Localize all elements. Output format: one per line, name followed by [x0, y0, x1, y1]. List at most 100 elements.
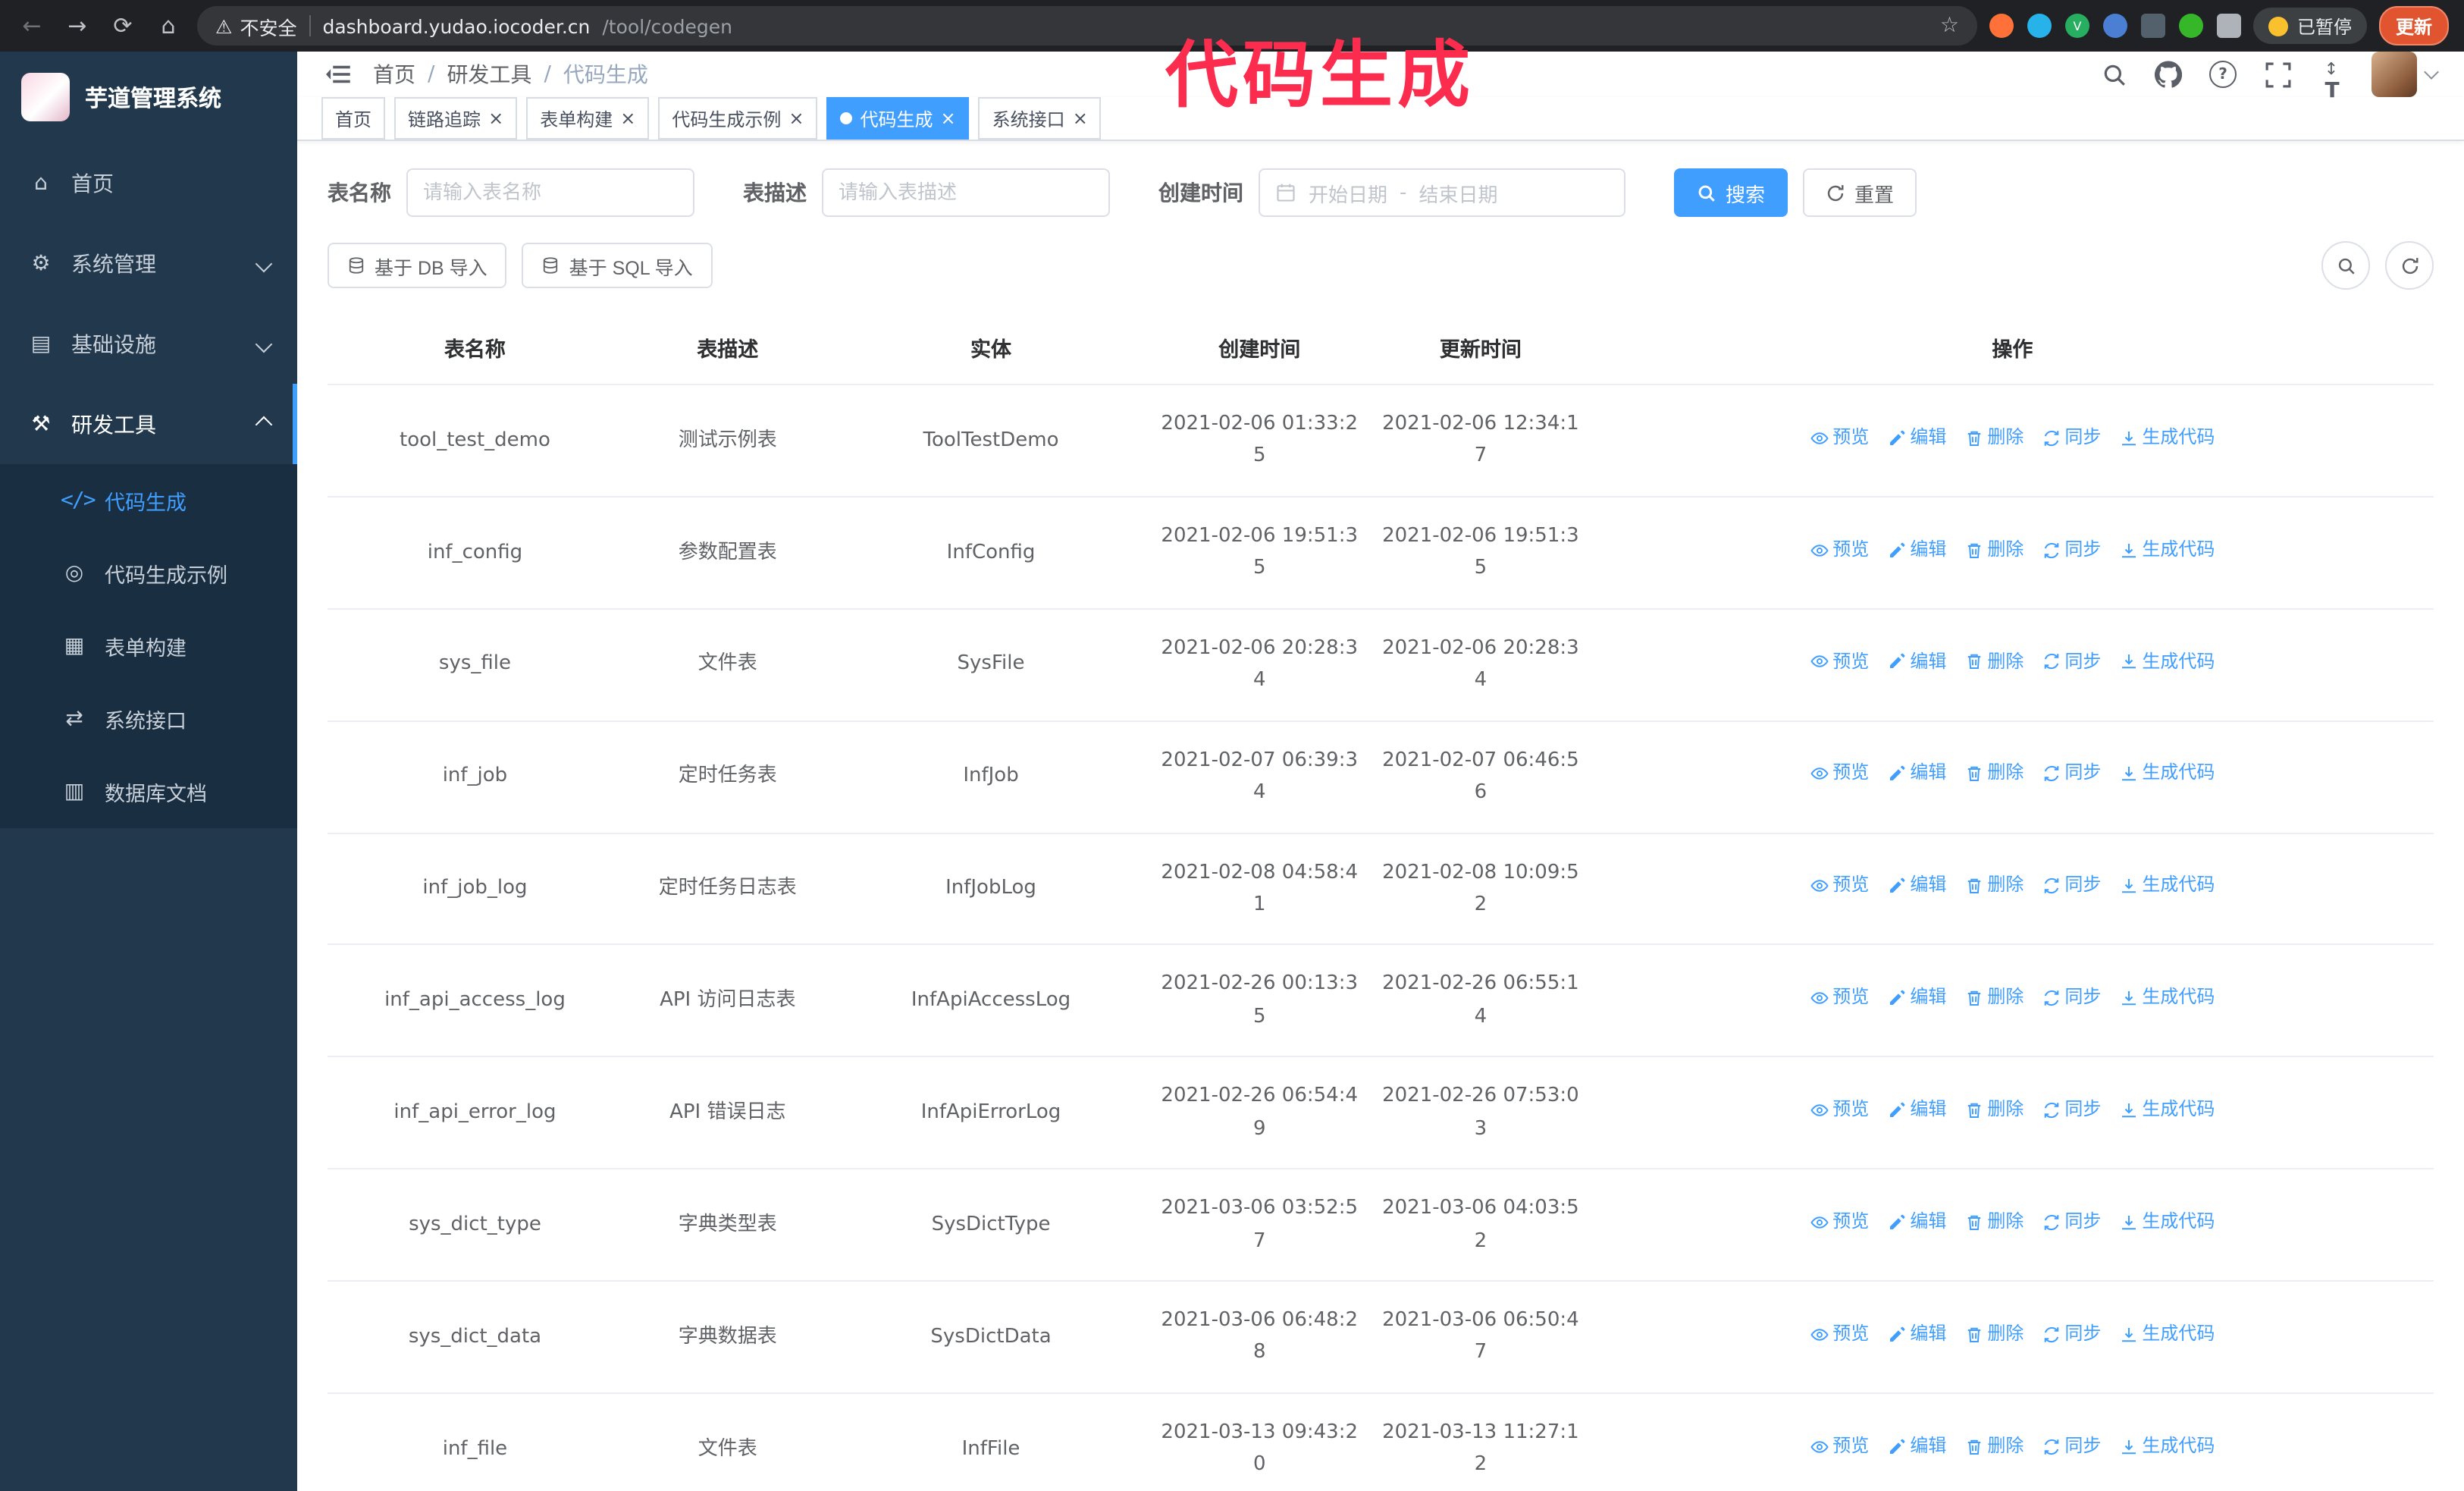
preview-link[interactable]: 预览: [1810, 1431, 1869, 1461]
close-icon[interactable]: ×: [788, 109, 804, 127]
font-size-icon[interactable]: [2317, 59, 2347, 89]
preview-link[interactable]: 预览: [1810, 759, 1869, 789]
sync-link[interactable]: 同步: [2042, 535, 2101, 565]
sync-link[interactable]: 同步: [2042, 983, 2101, 1013]
sync-link[interactable]: 同步: [2042, 759, 2101, 789]
generate-code-link[interactable]: 生成代码: [2119, 1207, 2215, 1238]
sidebar-item-dev-tools[interactable]: ⚒ 研发工具: [0, 384, 297, 464]
delete-link[interactable]: 删除: [1964, 871, 2024, 902]
edit-link[interactable]: 编辑: [1887, 871, 1946, 902]
fox-extension-icon[interactable]: [1989, 14, 2014, 38]
help-icon[interactable]: [2208, 59, 2238, 89]
edit-link[interactable]: 编辑: [1887, 1320, 1946, 1350]
sidebar-item-form-builder[interactable]: ▦ 表单构建: [0, 610, 297, 683]
sync-link[interactable]: 同步: [2042, 1320, 2101, 1350]
tab-tracing[interactable]: 链路追踪 ×: [394, 97, 518, 140]
sidebar-item-codegen[interactable]: </> 代码生成: [0, 464, 297, 537]
delete-link[interactable]: 删除: [1964, 1207, 2024, 1238]
delete-link[interactable]: 删除: [1964, 647, 2024, 677]
preview-link[interactable]: 预览: [1810, 535, 1869, 565]
generate-code-link[interactable]: 生成代码: [2119, 423, 2215, 454]
delete-link[interactable]: 删除: [1964, 759, 2024, 789]
puzzle-extension-icon[interactable]: [2216, 14, 2241, 38]
tab-system-api[interactable]: 系统接口 ×: [978, 97, 1102, 140]
edit-link[interactable]: 编辑: [1887, 535, 1946, 565]
address-bar[interactable]: ⚠ 不安全 dashboard.yudao.iocoder.cn/tool/co…: [197, 6, 1977, 46]
tab-codegen[interactable]: 代码生成 ×: [826, 97, 970, 140]
preview-link[interactable]: 预览: [1810, 1207, 1869, 1238]
edit-link[interactable]: 编辑: [1887, 759, 1946, 789]
sidebar-item-infrastructure[interactable]: ▤ 基础设施: [0, 303, 297, 384]
tab-codegen-example[interactable]: 代码生成示例 ×: [658, 97, 818, 140]
sync-link[interactable]: 同步: [2042, 1095, 2101, 1125]
edit-link[interactable]: 编辑: [1887, 1207, 1946, 1238]
refresh-table-button[interactable]: [2385, 241, 2434, 290]
sync-link[interactable]: 同步: [2042, 871, 2101, 902]
edit-link[interactable]: 编辑: [1887, 1431, 1946, 1461]
search-icon[interactable]: [2099, 59, 2129, 89]
close-icon[interactable]: ×: [1073, 109, 1088, 127]
paused-badge[interactable]: 已暂停: [2252, 8, 2367, 44]
delete-link[interactable]: 删除: [1964, 1320, 2024, 1350]
preview-link[interactable]: 预览: [1810, 871, 1869, 902]
generate-code-link[interactable]: 生成代码: [2119, 647, 2215, 677]
tab-form-builder[interactable]: 表单构建 ×: [526, 97, 650, 140]
sidebar-item-system-management[interactable]: ⚙ 系统管理: [0, 223, 297, 303]
sidebar-fold-icon[interactable]: [324, 61, 352, 88]
preview-link[interactable]: 预览: [1810, 1095, 1869, 1125]
drop-extension-icon[interactable]: [2027, 14, 2052, 38]
delete-link[interactable]: 删除: [1964, 1431, 2024, 1461]
preview-link[interactable]: 预览: [1810, 423, 1869, 454]
tab-home[interactable]: 首页: [321, 97, 386, 140]
generate-code-link[interactable]: 生成代码: [2119, 1095, 2215, 1125]
edit-link[interactable]: 编辑: [1887, 423, 1946, 454]
bookmark-star-icon[interactable]: ☆: [1940, 14, 1959, 38]
import-db-button[interactable]: 基于 DB 导入: [328, 243, 507, 288]
generate-code-link[interactable]: 生成代码: [2119, 1431, 2215, 1461]
generate-code-link[interactable]: 生成代码: [2119, 535, 2215, 565]
update-button[interactable]: 更新: [2378, 6, 2449, 46]
delete-link[interactable]: 删除: [1964, 983, 2024, 1013]
breadcrumb-dev-tools[interactable]: 研发工具: [447, 59, 531, 89]
sidebar-item-db-docs[interactable]: ▥ 数据库文档: [0, 755, 297, 828]
sidebar-item-codegen-example[interactable]: ◎ 代码生成示例: [0, 537, 297, 610]
breadcrumb-home[interactable]: 首页: [373, 59, 415, 89]
fullscreen-icon[interactable]: [2262, 59, 2293, 89]
sync-link[interactable]: 同步: [2042, 423, 2101, 454]
close-icon[interactable]: ×: [620, 109, 635, 127]
people-extension-icon[interactable]: [2102, 14, 2127, 38]
sidebar-item-system-api[interactable]: ⇄ 系统接口: [0, 683, 297, 755]
preview-link[interactable]: 预览: [1810, 983, 1869, 1013]
leaf-extension-icon[interactable]: [2178, 14, 2203, 38]
generate-code-link[interactable]: 生成代码: [2119, 759, 2215, 789]
delete-link[interactable]: 删除: [1964, 1095, 2024, 1125]
sync-link[interactable]: 同步: [2042, 647, 2101, 677]
insecure-warning[interactable]: ⚠ 不安全: [215, 11, 296, 40]
import-sql-button[interactable]: 基于 SQL 导入: [522, 243, 713, 288]
generate-code-link[interactable]: 生成代码: [2119, 1320, 2215, 1350]
delete-link[interactable]: 删除: [1964, 535, 2024, 565]
reset-button[interactable]: 重置: [1803, 168, 1917, 217]
edit-link[interactable]: 编辑: [1887, 983, 1946, 1013]
preview-link[interactable]: 预览: [1810, 1320, 1869, 1350]
sidebar-item-home[interactable]: ⌂ 首页: [0, 143, 297, 223]
table-name-input[interactable]: [406, 168, 694, 217]
sync-link[interactable]: 同步: [2042, 1431, 2101, 1461]
back-icon[interactable]: ←: [15, 9, 49, 42]
delete-link[interactable]: 删除: [1964, 423, 2024, 454]
date-range-picker[interactable]: 开始日期 - 结束日期: [1259, 168, 1625, 217]
search-button[interactable]: 搜索: [1674, 168, 1788, 217]
dark-extension-icon[interactable]: [2140, 14, 2165, 38]
generate-code-link[interactable]: 生成代码: [2119, 983, 2215, 1013]
close-icon[interactable]: ×: [941, 109, 956, 127]
reload-icon[interactable]: ⟳: [106, 9, 140, 42]
preview-link[interactable]: 预览: [1810, 647, 1869, 677]
github-icon[interactable]: [2153, 59, 2183, 89]
home-icon[interactable]: ⌂: [152, 9, 185, 42]
sync-link[interactable]: 同步: [2042, 1207, 2101, 1238]
green-v-extension-icon[interactable]: V: [2064, 14, 2089, 38]
table-desc-input[interactable]: [822, 168, 1110, 217]
generate-code-link[interactable]: 生成代码: [2119, 871, 2215, 902]
edit-link[interactable]: 编辑: [1887, 647, 1946, 677]
forward-icon[interactable]: →: [61, 9, 94, 42]
